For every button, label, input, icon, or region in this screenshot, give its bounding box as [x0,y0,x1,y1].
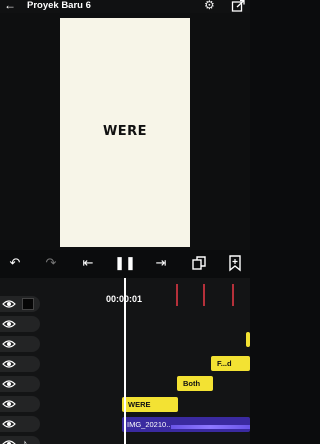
text-clip[interactable] [246,332,250,347]
layer-thumbnail [22,298,34,310]
pause-icon[interactable]: ❚❚ [114,254,136,272]
canvas-text: WERE [102,124,148,139]
playback-controls: ↶ ↷ ⇤ ❚❚ ⇥ [0,250,250,278]
redo-icon[interactable]: ↷ [42,254,60,272]
layer-row[interactable] [0,336,40,352]
eye-icon[interactable] [2,318,16,330]
export-icon[interactable] [231,0,245,12]
text-clip-were[interactable]: WERE [122,397,178,412]
music-note-icon: ♪ [22,438,28,444]
eye-icon[interactable] [2,398,16,410]
eye-icon[interactable] [2,338,16,350]
layer-row[interactable]: ♪ [0,436,40,444]
timeline[interactable]: 00:00:01 ♪ F...d Both WERE IM [0,278,250,444]
eye-icon[interactable] [2,418,16,430]
top-bar: ← Proyek Baru 6 ⚙ [0,0,250,13]
layer-row[interactable] [0,316,40,332]
timeline-marker[interactable] [203,284,205,306]
eye-icon[interactable] [2,358,16,370]
layer-row[interactable] [0,396,40,412]
text-clip-fd[interactable]: F...d [211,356,250,371]
video-clip-waveform [171,425,250,429]
layer-row[interactable] [0,296,40,312]
text-clip-both[interactable]: Both [177,376,213,391]
layer-row[interactable] [0,356,40,372]
eye-icon[interactable] [2,378,16,390]
layer-row[interactable] [0,416,40,432]
eye-icon[interactable] [2,298,16,310]
gear-icon[interactable]: ⚙ [204,0,215,12]
skip-to-end-icon[interactable]: ⇥ [152,254,170,272]
timeline-marker[interactable] [232,284,234,306]
video-canvas[interactable]: WERE [60,18,190,247]
bookmark-icon[interactable] [226,254,244,272]
loop-icon[interactable] [190,254,208,272]
project-title: Proyek Baru 6 [27,0,91,11]
timeline-marker[interactable] [176,284,178,306]
layer-controls: ♪ [0,296,40,444]
playhead[interactable] [124,278,126,444]
eye-icon[interactable] [2,438,16,444]
skip-to-start-icon[interactable]: ⇤ [79,254,97,272]
layer-row[interactable] [0,376,40,392]
arrow-left-icon[interactable]: ← [4,0,16,12]
undo-icon[interactable]: ↶ [6,254,24,272]
